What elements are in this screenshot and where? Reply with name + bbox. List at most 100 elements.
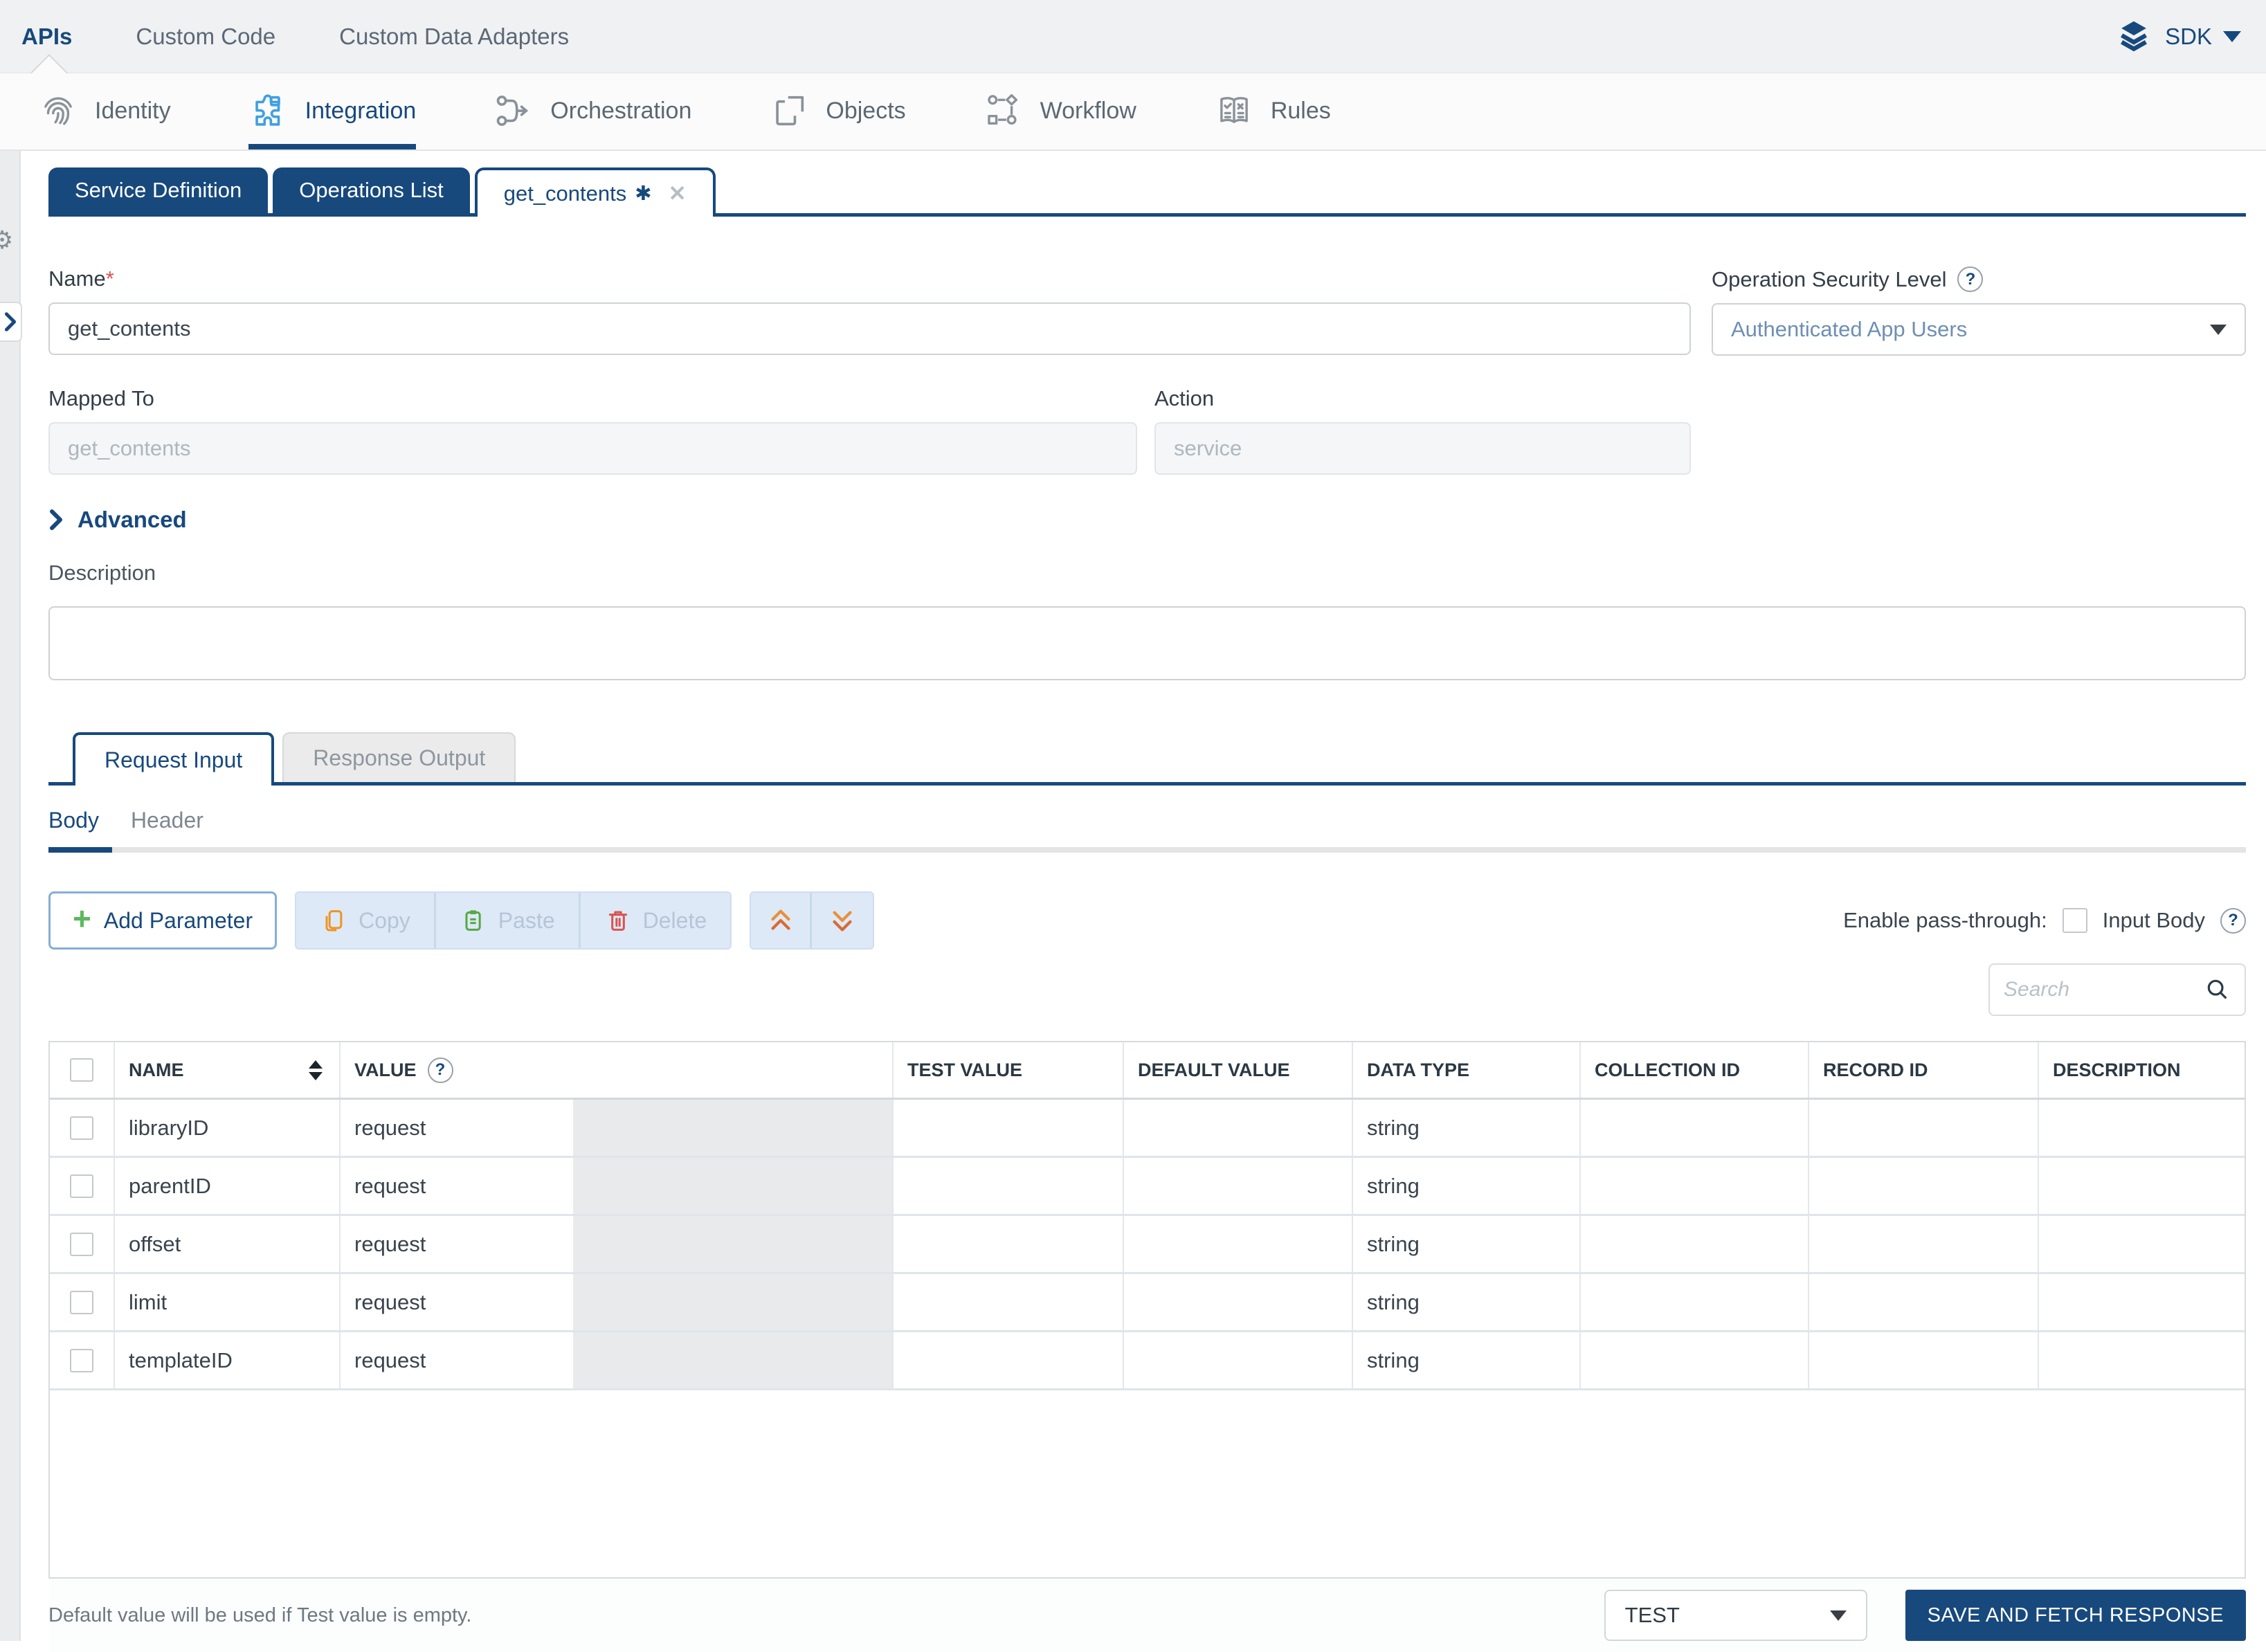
sdk-label: SDK — [2165, 24, 2212, 50]
param-description[interactable] — [2038, 1216, 2245, 1272]
param-default-value[interactable] — [1123, 1274, 1352, 1330]
move-down-button[interactable] — [812, 893, 873, 948]
tab-operation-get-contents[interactable]: get_contents ✱ ✕ — [475, 167, 716, 217]
param-record-id[interactable] — [1808, 1158, 2038, 1214]
input-body-checkbox[interactable] — [2063, 908, 2087, 933]
save-and-fetch-response-button[interactable]: SAVE AND FETCH RESPONSE — [1905, 1590, 2246, 1641]
table-row[interactable]: libraryID request string — [50, 1100, 2245, 1158]
name-input[interactable] — [48, 302, 1691, 355]
param-test-value[interactable] — [892, 1100, 1123, 1156]
tab-orchestration[interactable]: Orchestration — [493, 73, 691, 149]
table-row[interactable]: templateID request string — [50, 1332, 2245, 1390]
add-parameter-button[interactable]: + Add Parameter — [48, 891, 277, 950]
tab-rules[interactable]: Rules — [1214, 73, 1331, 149]
param-collection-id[interactable] — [1579, 1274, 1808, 1330]
param-record-id[interactable] — [1808, 1216, 2038, 1272]
param-description[interactable] — [2038, 1274, 2245, 1330]
param-description[interactable] — [2038, 1332, 2245, 1388]
select-all-checkbox[interactable] — [70, 1058, 93, 1082]
param-collection-id[interactable] — [1579, 1216, 1808, 1272]
param-data-type[interactable]: string — [1352, 1158, 1579, 1214]
param-test-value[interactable] — [892, 1332, 1123, 1388]
table-row[interactable]: offset request string — [50, 1216, 2245, 1274]
param-record-id[interactable] — [1808, 1274, 2038, 1330]
chevron-right-icon — [48, 509, 64, 531]
nav-item-custom-data-adapters[interactable]: Custom Data Adapters — [339, 24, 569, 50]
help-icon[interactable]: ? — [428, 1058, 453, 1083]
table-row[interactable]: limit request string — [50, 1274, 2245, 1332]
row-checkbox[interactable] — [70, 1174, 93, 1198]
tab-service-definition[interactable]: Service Definition — [48, 167, 268, 213]
search-input[interactable] — [2004, 978, 2204, 1001]
column-header-name[interactable]: NAME — [114, 1042, 339, 1098]
tab-header[interactable]: Header — [131, 808, 203, 833]
move-up-button[interactable] — [751, 893, 812, 948]
param-default-value[interactable] — [1123, 1158, 1352, 1214]
sdk-menu[interactable]: SDK — [2114, 17, 2241, 57]
param-name[interactable]: offset — [129, 1232, 181, 1257]
param-description[interactable] — [2038, 1100, 2245, 1156]
document-tabs: Service Definition Operations List get_c… — [48, 167, 2246, 217]
param-name[interactable]: limit — [129, 1290, 167, 1315]
param-data-type[interactable]: string — [1352, 1332, 1579, 1388]
copy-icon — [320, 907, 347, 934]
tab-identity[interactable]: Identity — [38, 73, 171, 149]
nav-item-custom-code[interactable]: Custom Code — [136, 24, 275, 50]
param-name[interactable]: templateID — [129, 1348, 233, 1373]
environment-select[interactable]: TEST — [1604, 1590, 1867, 1641]
param-default-value[interactable] — [1123, 1332, 1352, 1388]
value-disabled-area — [573, 1274, 892, 1330]
param-default-value[interactable] — [1123, 1100, 1352, 1156]
copy-button[interactable]: Copy — [296, 893, 436, 948]
tab-integration[interactable]: Integration — [248, 73, 417, 149]
security-level-select[interactable]: Authenticated App Users — [1712, 303, 2246, 356]
param-data-type[interactable]: string — [1352, 1216, 1579, 1272]
table-row[interactable]: parentID request string — [50, 1158, 2245, 1216]
top-navigation-bar: APIs Custom Code Custom Data Adapters SD… — [0, 0, 2266, 73]
help-icon[interactable]: ? — [2220, 908, 2246, 934]
delete-button[interactable]: Delete — [581, 893, 731, 948]
chevron-down-icon — [1830, 1610, 1847, 1621]
input-body-label: Input Body — [2103, 908, 2205, 933]
help-icon[interactable]: ? — [1957, 266, 1983, 292]
param-record-id[interactable] — [1808, 1100, 2038, 1156]
tab-response-output[interactable]: Response Output — [282, 732, 516, 782]
param-test-value[interactable] — [892, 1158, 1123, 1214]
param-name[interactable]: libraryID — [129, 1116, 208, 1141]
mapped-to-label: Mapped To — [48, 386, 1137, 411]
param-data-type[interactable]: string — [1352, 1274, 1579, 1330]
param-collection-id[interactable] — [1579, 1158, 1808, 1214]
tab-request-input[interactable]: Request Input — [73, 732, 274, 786]
advanced-expander[interactable]: Advanced — [48, 507, 2246, 533]
param-data-type[interactable]: string — [1352, 1100, 1579, 1156]
row-checkbox[interactable] — [70, 1291, 93, 1314]
double-chevron-down-icon — [828, 906, 856, 935]
row-checkbox[interactable] — [70, 1349, 93, 1372]
tab-identity-label: Identity — [95, 98, 171, 125]
sort-icon[interactable] — [309, 1060, 323, 1080]
page-body: ⚙ Service Definition Operations List get… — [0, 151, 2266, 1641]
row-checkbox[interactable] — [70, 1116, 93, 1140]
paste-button[interactable]: Paste — [436, 893, 581, 948]
tab-objects[interactable]: Objects — [769, 73, 905, 149]
tab-orchestration-label: Orchestration — [550, 98, 691, 125]
param-collection-id[interactable] — [1579, 1100, 1808, 1156]
description-textarea[interactable] — [48, 606, 2246, 680]
param-description[interactable] — [2038, 1158, 2245, 1214]
param-test-value[interactable] — [892, 1274, 1123, 1330]
param-collection-id[interactable] — [1579, 1332, 1808, 1388]
param-test-value[interactable] — [892, 1216, 1123, 1272]
param-name[interactable]: parentID — [129, 1174, 211, 1199]
param-record-id[interactable] — [1808, 1332, 2038, 1388]
close-icon[interactable]: ✕ — [669, 181, 687, 206]
rules-book-icon — [1214, 91, 1254, 131]
search-icon[interactable] — [2204, 977, 2231, 1003]
param-default-value[interactable] — [1123, 1216, 1352, 1272]
description-label: Description — [48, 561, 2246, 586]
row-checkbox[interactable] — [70, 1233, 93, 1256]
tab-operations-list[interactable]: Operations List — [273, 167, 470, 213]
tab-body[interactable]: Body — [48, 808, 99, 833]
tab-workflow[interactable]: Workflow — [984, 73, 1136, 149]
nav-item-apis[interactable]: APIs — [21, 24, 72, 50]
expand-sidebar-button[interactable] — [0, 302, 22, 342]
